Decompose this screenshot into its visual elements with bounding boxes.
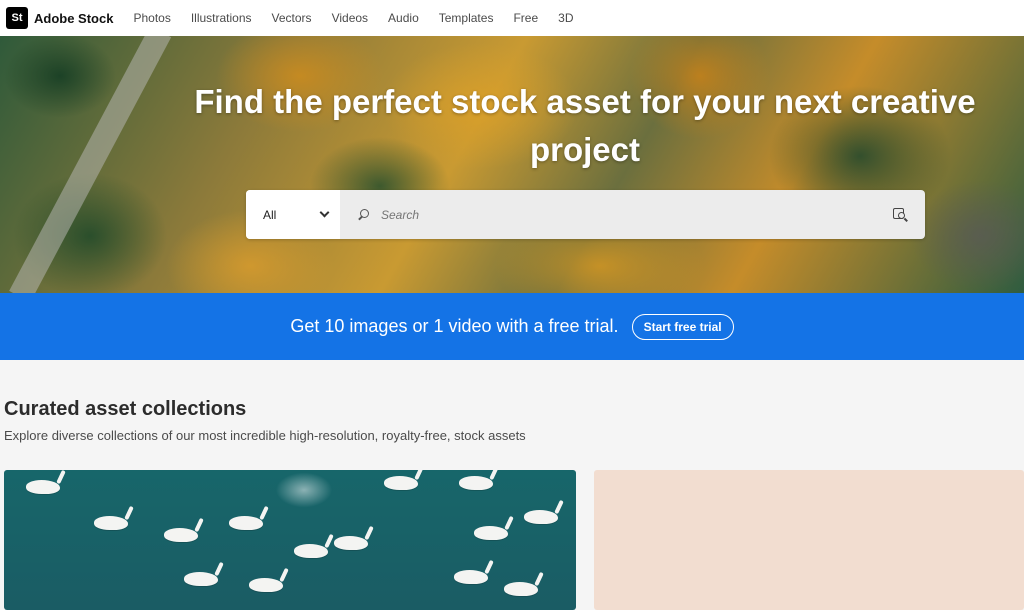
swan-image-detail: [94, 516, 128, 530]
swan-image-detail: [26, 480, 60, 494]
nav-item-videos[interactable]: Videos: [332, 11, 368, 25]
promo-text: Get 10 images or 1 video with a free tri…: [290, 316, 619, 336]
nav-item-templates[interactable]: Templates: [439, 11, 494, 25]
brand-name: Adobe Stock: [34, 10, 114, 26]
nav-item-illustrations[interactable]: Illustrations: [191, 11, 252, 25]
search-bar: All: [246, 190, 925, 239]
collection-card-swans[interactable]: [4, 470, 576, 610]
hero-banner: Find the perfect stock asset for your ne…: [0, 36, 1024, 293]
hero-title-line-2: project: [529, 131, 641, 168]
swan-image-detail: [334, 536, 368, 550]
collection-card-peach[interactable]: [594, 470, 1024, 610]
search-input[interactable]: [381, 207, 892, 222]
swan-image-detail: [474, 526, 508, 540]
swan-image-detail: [184, 572, 218, 586]
swan-image-detail: [504, 582, 538, 596]
nav-items: Photos Illustrations Vectors Videos Audi…: [133, 11, 593, 25]
asset-type-selected: All: [263, 207, 277, 222]
swan-image-detail: [294, 544, 328, 558]
nav-item-audio[interactable]: Audio: [388, 11, 419, 25]
visual-search-icon[interactable]: [892, 206, 910, 224]
logo-mark-icon: St: [6, 7, 28, 29]
swan-image-detail: [524, 510, 558, 524]
chevron-down-icon: [319, 207, 330, 218]
curated-collections-section: Curated asset collections Explore divers…: [0, 360, 1024, 610]
swan-image-detail: [459, 476, 493, 490]
nav-item-free[interactable]: Free: [513, 11, 538, 25]
nav-item-vectors[interactable]: Vectors: [272, 11, 312, 25]
free-trial-banner: Get 10 images or 1 video with a free tri…: [0, 293, 1024, 360]
swan-image-detail: [164, 528, 198, 542]
swan-image-detail: [384, 476, 418, 490]
swan-image-detail: [229, 516, 263, 530]
adobe-stock-logo[interactable]: St Adobe Stock: [6, 0, 113, 36]
asset-type-dropdown[interactable]: All: [246, 190, 340, 239]
top-navigation: St Adobe Stock Photos Illustrations Vect…: [0, 0, 1024, 36]
swan-image-detail: [249, 578, 283, 592]
section-subtitle: Explore diverse collections of our most …: [4, 428, 526, 443]
search-field: [340, 190, 925, 239]
nav-item-photos[interactable]: Photos: [133, 11, 170, 25]
hero-title-line-1: Find the perfect stock asset for your ne…: [194, 83, 976, 120]
nav-item-3d[interactable]: 3D: [558, 11, 573, 25]
start-free-trial-button[interactable]: Start free trial: [631, 313, 734, 340]
hero-title: Find the perfect stock asset for your ne…: [0, 78, 1024, 174]
search-icon: [358, 209, 369, 220]
swan-image-detail: [454, 570, 488, 584]
section-title: Curated asset collections: [4, 398, 247, 420]
